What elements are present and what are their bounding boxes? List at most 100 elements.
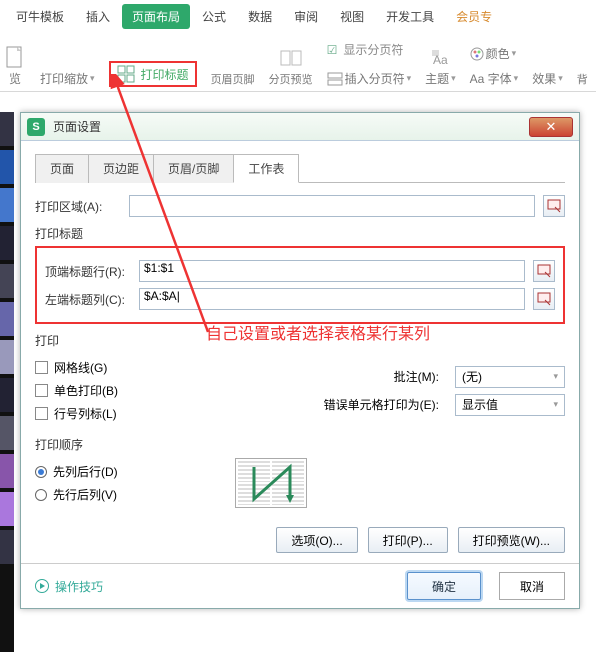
order-diagram <box>235 458 307 508</box>
chevron-down-icon: ▾ <box>558 73 563 84</box>
tab-page[interactable]: 页面 <box>35 154 89 183</box>
left-col-label: 左端标题列(C): <box>45 291 131 308</box>
print-button[interactable]: 打印(P)... <box>368 527 448 553</box>
side-decoration <box>0 112 14 652</box>
range-icon <box>537 264 551 278</box>
play-icon <box>35 579 49 593</box>
chevron-down-icon: ▾ <box>512 48 517 59</box>
insert-pagebreak-btn[interactable]: 插入分页符▾ <box>327 70 412 87</box>
titles-highlight-box: 顶端标题行(R): $1:$1 左端标题列(C): $A:$A| <box>35 246 565 324</box>
ctrl-print-titles[interactable]: 打印标题 <box>109 61 197 87</box>
cancel-button[interactable]: 取消 <box>499 572 565 600</box>
chevron-down-icon: ▾ <box>451 73 456 84</box>
ribbon-tab-template[interactable]: 可牛模板 <box>6 4 74 29</box>
error-value: 显示值 <box>462 396 498 413</box>
row-col-radio[interactable]: 先行后列(V) <box>35 486 235 503</box>
ribbon-tab-insert[interactable]: 插入 <box>76 4 120 29</box>
print-titles-icon <box>117 65 135 83</box>
ctrl-color-font-group: 颜色▾ Aa 字体▾ <box>470 45 519 87</box>
chevron-down-icon: ▾ <box>553 399 558 410</box>
range-icon <box>547 199 561 213</box>
color-btn[interactable]: 颜色▾ <box>470 45 517 62</box>
mono-check[interactable]: 单色打印(B) <box>35 382 235 399</box>
row-col-label: 先行后列(V) <box>53 486 117 503</box>
insert-pb-label: 插入分页符 <box>345 70 405 87</box>
print-titles-label: 打印标题 <box>141 66 189 83</box>
ribbon-controls: 览 打印缩放 ▾ 打印标题 页眉页脚 分页预览 ☑显示分页符 插入分页符▾ Aa… <box>0 29 596 92</box>
range-picker-button[interactable] <box>543 195 565 217</box>
gridlines-check[interactable]: 网格线(G) <box>35 359 235 376</box>
ribbon-tabs: 可牛模板 插入 页面布局 公式 数据 审阅 视图 开发工具 会员专 <box>0 0 596 29</box>
top-row-input[interactable]: $1:$1 <box>139 260 525 282</box>
show-pagebreak-check[interactable]: ☑显示分页符 <box>327 41 404 58</box>
print-area-label: 打印区域(A): <box>35 198 121 215</box>
ribbon-tab-dev[interactable]: 开发工具 <box>376 4 444 29</box>
font-label: Aa 字体 <box>470 70 512 87</box>
tab-headfoot[interactable]: 页眉/页脚 <box>153 154 234 183</box>
ribbon-tab-formula[interactable]: 公式 <box>192 4 236 29</box>
gridlines-label: 网格线(G) <box>54 359 107 376</box>
font-btn[interactable]: Aa 字体▾ <box>470 70 519 87</box>
order-arrow-icon <box>236 459 308 509</box>
rowcol-check[interactable]: 行号列标(L) <box>35 405 235 422</box>
order-section-label: 打印顺序 <box>35 436 565 453</box>
error-select[interactable]: 显示值 ▾ <box>455 394 565 416</box>
range-icon <box>537 292 551 306</box>
page-icon <box>4 46 26 68</box>
tab-margin[interactable]: 页边距 <box>88 154 154 183</box>
ctrl-effect[interactable]: 效果▾ <box>532 70 563 87</box>
left-col-input[interactable]: $A:$A| <box>139 288 525 310</box>
ctrl-view[interactable]: 览 <box>4 46 26 87</box>
page-setup-dialog: S 页面设置 ✕ 页面 页边距 页眉/页脚 工作表 打印区域(A): 打印标题 … <box>20 112 580 609</box>
note-value: (无) <box>462 368 482 385</box>
note-select[interactable]: (无) ▾ <box>455 366 565 388</box>
bg-label: 背 <box>577 71 588 87</box>
ok-button[interactable]: 确定 <box>407 572 481 600</box>
svg-text:Aa: Aa <box>433 53 448 66</box>
titles-section-label: 打印标题 <box>35 225 565 242</box>
tips-label: 操作技巧 <box>55 578 103 595</box>
range-picker-button[interactable] <box>533 288 555 310</box>
color-label: 颜色 <box>486 45 510 62</box>
chevron-down-icon: ▾ <box>514 73 519 84</box>
ctrl-bg[interactable]: 背 <box>577 71 588 87</box>
ctrl-preview-label: 分页预览 <box>269 71 313 87</box>
dialog-title: 页面设置 <box>53 118 529 135</box>
ctrl-pagebreak-group: ☑显示分页符 插入分页符▾ <box>327 35 412 87</box>
ribbon-tab-layout[interactable]: 页面布局 <box>122 4 190 29</box>
theme-label: 主题 <box>425 70 449 87</box>
ribbon-tab-member[interactable]: 会员专 <box>446 4 502 29</box>
palette-icon <box>470 47 484 61</box>
mono-label: 单色打印(B) <box>54 382 118 399</box>
ctrl-theme[interactable]: Aa 主题▾ <box>425 46 456 87</box>
dialog-titlebar: S 页面设置 ✕ <box>21 113 579 141</box>
tab-worksheet[interactable]: 工作表 <box>233 154 299 183</box>
dialog-tabs: 页面 页边距 页眉/页脚 工作表 <box>35 153 565 183</box>
options-button[interactable]: 选项(O)... <box>276 527 357 553</box>
chevron-down-icon: ▾ <box>407 73 412 84</box>
col-row-label: 先列后行(D) <box>53 463 118 480</box>
ribbon-tab-review[interactable]: 审阅 <box>284 4 328 29</box>
error-label: 错误单元格打印为(E): <box>235 396 447 413</box>
ribbon-tab-data[interactable]: 数据 <box>238 4 282 29</box>
pagebreak-icon <box>327 72 343 86</box>
rowcol-label: 行号列标(L) <box>54 405 117 422</box>
close-button[interactable]: ✕ <box>529 117 573 137</box>
ctrl-scale[interactable]: 打印缩放 ▾ <box>40 70 95 87</box>
print-area-input[interactable] <box>129 195 535 217</box>
ribbon-tab-view[interactable]: 视图 <box>330 4 374 29</box>
tips-link[interactable]: 操作技巧 <box>35 578 103 595</box>
app-icon: S <box>27 118 45 136</box>
chevron-down-icon: ▾ <box>90 73 95 84</box>
ctrl-page-preview[interactable]: 分页预览 <box>269 47 313 87</box>
chevron-down-icon: ▾ <box>553 371 558 382</box>
show-pb-label: 显示分页符 <box>343 41 403 58</box>
col-row-radio[interactable]: 先列后行(D) <box>35 463 235 480</box>
top-row-label: 顶端标题行(R): <box>45 263 131 280</box>
preview-icon <box>280 47 302 69</box>
preview-button[interactable]: 打印预览(W)... <box>458 527 565 553</box>
ctrl-headfoot[interactable]: 页眉页脚 <box>211 71 255 87</box>
ctrl-view-label: 览 <box>9 70 21 87</box>
range-picker-button[interactable] <box>533 260 555 282</box>
note-label: 批注(M): <box>235 368 447 385</box>
